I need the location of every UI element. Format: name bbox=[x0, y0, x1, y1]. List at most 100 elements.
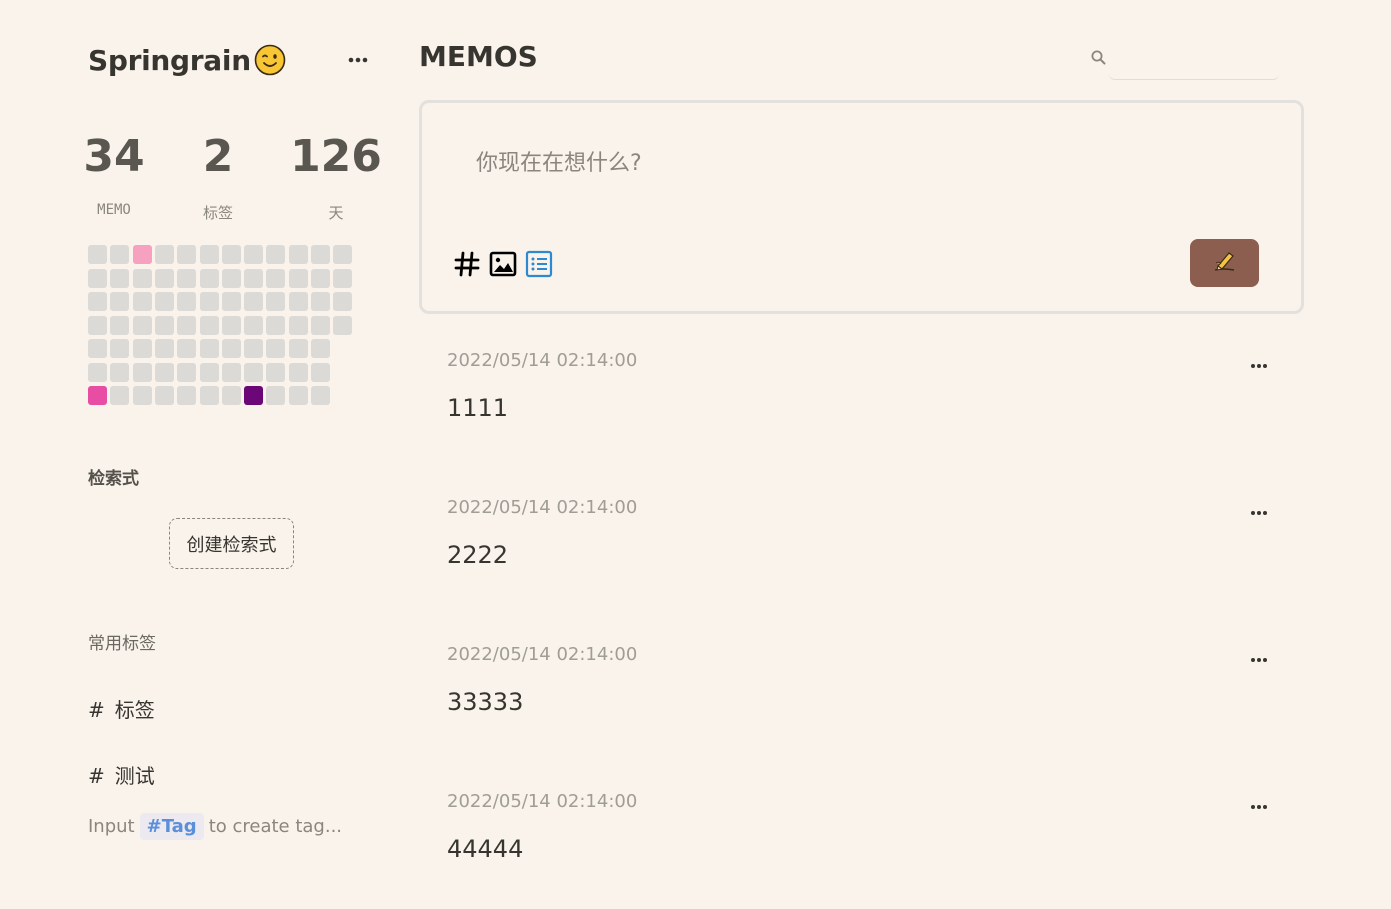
heatmap-cell[interactable] bbox=[155, 269, 174, 288]
heatmap-cell[interactable] bbox=[311, 316, 330, 335]
heatmap-cell[interactable] bbox=[200, 245, 219, 264]
search-input[interactable] bbox=[1109, 40, 1279, 80]
heatmap-cell[interactable] bbox=[244, 316, 263, 335]
heatmap-cell[interactable] bbox=[244, 292, 263, 311]
heatmap-cell[interactable] bbox=[88, 316, 107, 335]
heatmap-cell[interactable] bbox=[311, 339, 330, 358]
memo-more-button[interactable] bbox=[1245, 356, 1275, 376]
heatmap-cell[interactable] bbox=[177, 386, 196, 405]
heatmap-cell[interactable] bbox=[289, 245, 308, 264]
heatmap-cell[interactable] bbox=[266, 292, 285, 311]
heatmap-cell[interactable] bbox=[200, 316, 219, 335]
hashtag-icon[interactable] bbox=[452, 249, 482, 279]
heatmap-cell[interactable] bbox=[177, 245, 196, 264]
list-icon[interactable] bbox=[524, 249, 554, 279]
memo-more-button[interactable] bbox=[1245, 650, 1275, 670]
heatmap-cell[interactable] bbox=[266, 245, 285, 264]
heatmap-cell[interactable] bbox=[266, 316, 285, 335]
tag-item-ceshi[interactable]: # 测试 bbox=[88, 760, 155, 789]
heatmap-cell[interactable] bbox=[333, 245, 352, 264]
heatmap-cell[interactable] bbox=[110, 292, 129, 311]
heatmap-cell[interactable] bbox=[88, 292, 107, 311]
heatmap-cell[interactable] bbox=[88, 269, 107, 288]
heatmap-cell[interactable] bbox=[133, 292, 152, 311]
heatmap-cell[interactable] bbox=[177, 316, 196, 335]
heatmap-cell[interactable] bbox=[133, 316, 152, 335]
heatmap-cell[interactable] bbox=[133, 269, 152, 288]
stat-memo: 34 MEMO bbox=[64, 130, 164, 218]
tag-item-biaoqian[interactable]: # 标签 bbox=[88, 694, 155, 723]
heatmap-cell[interactable] bbox=[266, 269, 285, 288]
create-query-button[interactable]: 创建检索式 bbox=[169, 518, 294, 569]
heatmap-cell[interactable] bbox=[177, 269, 196, 288]
heatmap-cell[interactable] bbox=[88, 339, 107, 358]
heatmap-cell[interactable] bbox=[110, 386, 129, 405]
heatmap-cell[interactable] bbox=[200, 339, 219, 358]
heatmap-cell[interactable] bbox=[289, 386, 308, 405]
heatmap-cell[interactable] bbox=[88, 386, 107, 405]
heatmap-cell[interactable] bbox=[311, 269, 330, 288]
heatmap-cell[interactable] bbox=[200, 292, 219, 311]
heatmap-cell[interactable] bbox=[110, 339, 129, 358]
heatmap-cell[interactable] bbox=[333, 316, 352, 335]
memo-more-button[interactable] bbox=[1245, 797, 1275, 817]
heatmap-cell[interactable] bbox=[110, 363, 129, 382]
heatmap-cell[interactable] bbox=[110, 269, 129, 288]
memo-timestamp: 2022/05/14 02:14:00 bbox=[447, 350, 638, 371]
heatmap-cell[interactable] bbox=[200, 269, 219, 288]
heatmap-cell[interactable] bbox=[177, 363, 196, 382]
heatmap-cell[interactable] bbox=[133, 363, 152, 382]
heatmap-cell[interactable] bbox=[289, 292, 308, 311]
heatmap-cell[interactable] bbox=[177, 292, 196, 311]
heatmap-cell[interactable] bbox=[244, 386, 263, 405]
heatmap-cell[interactable] bbox=[244, 363, 263, 382]
heatmap-cell[interactable] bbox=[222, 339, 241, 358]
heatmap-cell[interactable] bbox=[155, 339, 174, 358]
heatmap-cell[interactable] bbox=[200, 363, 219, 382]
heatmap-cell[interactable] bbox=[266, 339, 285, 358]
heatmap-cell[interactable] bbox=[333, 292, 352, 311]
heatmap-cell[interactable] bbox=[311, 292, 330, 311]
heatmap-cell[interactable] bbox=[155, 245, 174, 264]
user-more-button[interactable] bbox=[344, 48, 374, 72]
heatmap-cell[interactable] bbox=[289, 316, 308, 335]
heatmap-cell[interactable] bbox=[244, 269, 263, 288]
heatmap-cell[interactable] bbox=[155, 316, 174, 335]
user-banner[interactable]: Springrain bbox=[88, 40, 378, 80]
heatmap-cell[interactable] bbox=[155, 292, 174, 311]
heatmap-cell[interactable] bbox=[110, 245, 129, 264]
heatmap-cell[interactable] bbox=[289, 269, 308, 288]
stat-tags-count: 2 bbox=[202, 131, 234, 182]
heatmap-cell[interactable] bbox=[311, 363, 330, 382]
heatmap-cell[interactable] bbox=[88, 363, 107, 382]
heatmap-cell[interactable] bbox=[222, 316, 241, 335]
heatmap-cell[interactable] bbox=[289, 339, 308, 358]
heatmap-cell[interactable] bbox=[222, 269, 241, 288]
heatmap-cell[interactable] bbox=[88, 245, 107, 264]
heatmap-cell[interactable] bbox=[110, 316, 129, 335]
heatmap-cell[interactable] bbox=[200, 386, 219, 405]
heatmap-cell[interactable] bbox=[222, 245, 241, 264]
heatmap-cell[interactable] bbox=[133, 386, 152, 405]
memo-more-button[interactable] bbox=[1245, 503, 1275, 523]
heatmap-cell[interactable] bbox=[266, 386, 285, 405]
heatmap-cell[interactable] bbox=[133, 245, 152, 264]
search-box bbox=[1085, 40, 1280, 80]
heatmap-cell[interactable] bbox=[289, 363, 308, 382]
heatmap-cell[interactable] bbox=[222, 363, 241, 382]
heatmap-cell[interactable] bbox=[333, 269, 352, 288]
submit-memo-button[interactable] bbox=[1190, 239, 1259, 287]
heatmap-cell[interactable] bbox=[311, 245, 330, 264]
heatmap-cell[interactable] bbox=[155, 386, 174, 405]
heatmap-cell[interactable] bbox=[244, 339, 263, 358]
heatmap-cell[interactable] bbox=[155, 363, 174, 382]
image-icon[interactable] bbox=[488, 249, 518, 279]
heatmap-cell[interactable] bbox=[222, 292, 241, 311]
memo-editor[interactable]: 你现在在想什么? bbox=[419, 100, 1304, 314]
heatmap-cell[interactable] bbox=[177, 339, 196, 358]
heatmap-cell[interactable] bbox=[222, 386, 241, 405]
heatmap-cell[interactable] bbox=[244, 245, 263, 264]
heatmap-cell[interactable] bbox=[133, 339, 152, 358]
heatmap-cell[interactable] bbox=[266, 363, 285, 382]
heatmap-cell[interactable] bbox=[311, 386, 330, 405]
